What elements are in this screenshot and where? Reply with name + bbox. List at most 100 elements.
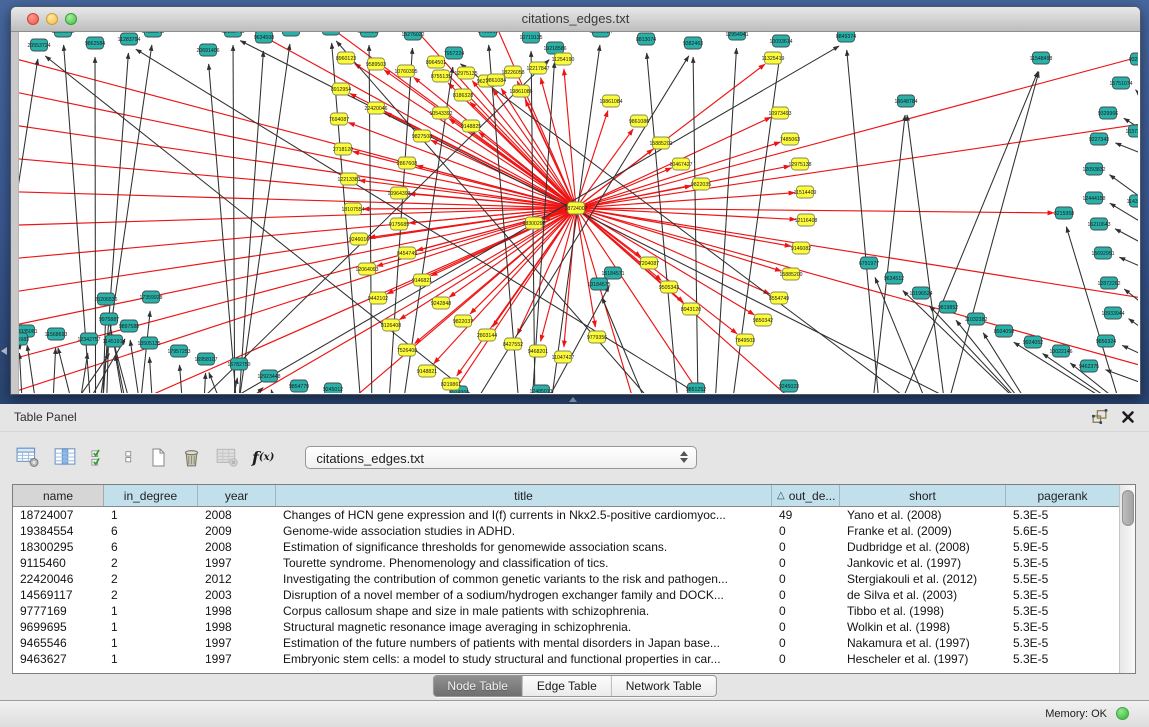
delete-rows-icon[interactable] — [181, 446, 202, 469]
graph-node[interactable]: 19861084 — [599, 95, 622, 107]
graph-node[interactable]: 16210643 — [1087, 218, 1110, 230]
graph-node[interactable]: 11568693 — [45, 328, 68, 340]
graph-node[interactable]: 10760395 — [394, 65, 417, 77]
table-row[interactable]: 946362711997Embryonic stem cells: a mode… — [13, 651, 1120, 667]
network-window[interactable]: citations_edges.txt 20553724105909639862… — [10, 6, 1141, 395]
graph-node[interactable]: 11254190 — [552, 53, 575, 65]
graph-node[interactable]: 9462375 — [1079, 360, 1099, 372]
graph-node[interactable]: 9148821 — [417, 365, 437, 377]
graph-node[interactable]: 11548498 — [1030, 52, 1053, 64]
graph-node[interactable]: 8126408 — [381, 319, 401, 331]
graph-node[interactable]: 10719135 — [519, 32, 542, 43]
table-row[interactable]: 977716911998Corpus callosum shape and si… — [13, 603, 1120, 619]
graph-node[interactable]: 15751074 — [1109, 77, 1132, 89]
graph-node[interactable]: 10467427 — [669, 158, 692, 170]
graph-node[interactable]: 7204087 — [639, 257, 659, 269]
graph-node[interactable]: 9854779 — [289, 380, 309, 392]
graph-node[interactable]: 8454749 — [397, 247, 417, 259]
graph-node[interactable]: 2718120 — [333, 143, 353, 155]
graph-node[interactable]: 16603924 — [589, 32, 612, 37]
graph-node[interactable]: 12217847 — [526, 62, 549, 74]
column-header-year[interactable]: year — [198, 485, 276, 506]
graph-node[interactable]: 8964501 — [426, 56, 446, 68]
graph-node[interactable]: 10655287 — [357, 32, 380, 37]
close-panel-icon[interactable] — [1121, 410, 1135, 429]
graph-node[interactable]: 11032382 — [965, 313, 988, 325]
graph-node[interactable]: 9861084 — [486, 74, 506, 86]
graph-node[interactable]: 9442102 — [368, 292, 388, 304]
table-scrollbar[interactable] — [1119, 485, 1135, 673]
tab-network-table[interactable]: Network Table — [612, 676, 716, 696]
graph-node[interactable]: 8466160 — [478, 32, 498, 37]
graph-node[interactable]: 20206536 — [94, 293, 117, 305]
column-header-in_degree[interactable]: in_degree — [104, 485, 198, 506]
table-row[interactable]: 969969511998Structural magnetic resonanc… — [13, 619, 1120, 635]
graph-node[interactable]: 19861086 — [509, 85, 532, 97]
graph-node[interactable]: 7485063 — [780, 133, 800, 145]
graph-node[interactable]: 9175685 — [389, 218, 409, 230]
graph-node[interactable]: 10933944 — [1101, 307, 1124, 319]
graph-node[interactable]: 12160741 — [221, 32, 244, 37]
graph-node[interactable]: 7526408 — [397, 344, 417, 356]
table-selector[interactable]: citations_edges.txt — [305, 446, 697, 469]
graph-node[interactable]: 10973493 — [768, 107, 791, 119]
column-header-name[interactable]: name — [13, 485, 104, 506]
graph-node[interactable]: 9851252 — [686, 383, 706, 393]
graph-node[interactable]: 9227343 — [1089, 133, 1109, 145]
show-columns-icon[interactable] — [53, 446, 77, 468]
float-window-icon[interactable] — [1090, 408, 1109, 430]
graph-node[interactable]: 8186328 — [453, 89, 473, 101]
graph-node[interactable]: 9861086 — [629, 115, 649, 127]
table-row[interactable]: 911546021997Tourette syndrome. Phenomeno… — [13, 555, 1120, 571]
graph-node[interactable]: 12872262 — [1097, 277, 1120, 289]
table-row[interactable]: 1456911722003Disruption of a novel membe… — [13, 587, 1120, 603]
panel-collapse-arrow[interactable] — [1, 347, 7, 355]
graph-node[interactable]: 9246016 — [349, 233, 369, 245]
graph-node[interactable]: 10022146 — [1049, 345, 1072, 357]
graph-node[interactable]: 11514409 — [794, 186, 817, 198]
graph-node[interactable]: 8960123 — [336, 52, 356, 64]
graph-node[interactable]: 9382463 — [683, 37, 703, 49]
graph-node[interactable]: 18945962 — [279, 32, 302, 36]
table-row[interactable]: 1830029562008Estimation of significance … — [13, 539, 1120, 555]
graph-node[interactable]: 18226058 — [501, 66, 524, 78]
graph-node[interactable]: 8912954 — [331, 83, 351, 95]
table-row[interactable]: 1938455462009Genome-wide association stu… — [13, 523, 1120, 539]
graph-node[interactable]: 11325419 — [762, 52, 785, 64]
graph-node[interactable]: 8215958 — [1054, 207, 1074, 219]
graph-node[interactable]: 10196524 — [909, 287, 932, 299]
graph-node[interactable]: 2803144 — [477, 329, 497, 341]
graph-node[interactable]: 13505135 — [137, 337, 160, 349]
graph-node[interactable]: 17957253 — [167, 345, 190, 357]
select-columns-icon[interactable] — [90, 446, 109, 468]
graph-node[interactable]: 11047427 — [552, 351, 575, 363]
graph-node[interactable]: 9505343 — [659, 281, 679, 293]
graph-node[interactable]: 20553724 — [27, 39, 50, 51]
graph-node[interactable]: 7694087 — [329, 113, 349, 125]
graph-node[interactable]: 12485013 — [529, 385, 552, 393]
graph-node[interactable]: 12342757 — [77, 333, 100, 345]
scrollbar-thumb[interactable] — [1122, 490, 1134, 526]
graph-node[interactable]: 7849503 — [735, 334, 755, 346]
graph-node[interactable]: 12975138 — [788, 158, 811, 170]
graph-node[interactable]: 9850342 — [753, 314, 773, 326]
graph-node[interactable]: 15885201 — [649, 137, 672, 149]
graph-node[interactable]: 9148825 — [461, 120, 481, 132]
graph-node[interactable]: 15885200 — [779, 268, 802, 280]
graph-node[interactable]: 9819852 — [938, 301, 958, 313]
graph-node[interactable]: 11283794 — [118, 33, 141, 45]
graph-node[interactable]: 13184575 — [587, 278, 610, 290]
window-titlebar[interactable]: citations_edges.txt — [11, 7, 1140, 32]
table-row[interactable]: 946554611997Estimation of the future num… — [13, 635, 1120, 651]
tab-edge-table[interactable]: Edge Table — [523, 676, 612, 696]
new-table-icon[interactable] — [148, 446, 168, 469]
formula-icon[interactable]: f(x) — [252, 448, 274, 467]
graph-node[interactable]: 22420046 — [364, 102, 387, 114]
table-row[interactable]: 2242004622012Investigating the contribut… — [13, 571, 1120, 587]
graph-node[interactable]: 9245012 — [323, 383, 343, 393]
graph-node[interactable]: 20691406 — [196, 44, 219, 56]
graph-node[interactable]: 8755135 — [431, 70, 451, 82]
graph-node[interactable]: 10093614 — [769, 35, 792, 47]
graph-node[interactable]: 16958107 — [194, 353, 217, 365]
graph-node[interactable]: 10964393 — [387, 187, 410, 199]
